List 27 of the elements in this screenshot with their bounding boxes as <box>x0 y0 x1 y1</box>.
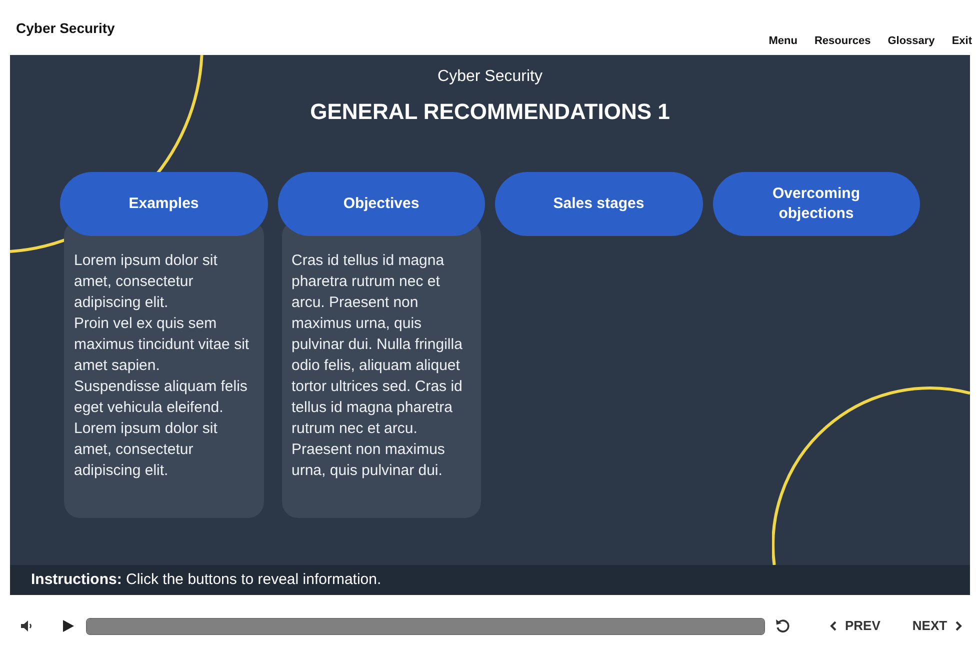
slide-title: GENERAL RECOMMENDATIONS 1 <box>310 98 670 126</box>
volume-button[interactable] <box>20 619 34 633</box>
info-text: Proin vel ex quis sem maximus tincidunt vitae sit amet sapien. <box>74 314 250 376</box>
course-title: Cyber Security <box>16 20 115 36</box>
topic-button[interactable]: Objectives <box>278 172 485 236</box>
nav-link[interactable]: Resources <box>814 35 871 48</box>
info-text: Lorem ipsum dolor sit amet, consectetur adipiscing elit. <box>74 251 218 313</box>
speaker-icon <box>20 619 34 633</box>
nav-link[interactable]: Menu <box>768 35 798 48</box>
play-icon <box>63 620 74 632</box>
topic-button[interactable]: Overcoming objections <box>712 172 920 236</box>
info-text: Cras id tellus id magna pharetra rutrum nec et arcu. Praesent non maximus urna, quis pulvinar dui. Nulla fringilla odio felis, aliquam aliquet tortor ultrices sed. Cras id tellus id magna pharetra rutrum nec et arcu. Praesent non maximus urna, quis pulvinar dui. <box>292 251 464 481</box>
info-text: Lorem ipsum dolor sit amet, consectetur adipiscing elit. <box>74 419 218 481</box>
nav-link[interactable]: Glossary <box>888 35 935 48</box>
chevron-left-icon <box>830 621 837 631</box>
prev-button[interactable]: PREV <box>830 616 880 636</box>
play-button[interactable] <box>63 620 74 632</box>
instructions-text: Instructions: Click the buttons to reveal information. <box>31 570 382 590</box>
next-button[interactable]: NEXT <box>912 616 962 636</box>
replay-button[interactable] <box>775 618 791 634</box>
chevron-right-icon <box>955 621 962 631</box>
nav-link[interactable]: Exit <box>952 35 972 48</box>
topic-button[interactable]: Sales stages <box>495 172 702 236</box>
info-text: Suspendisse aliquam felis eget vehicula eleifend. <box>74 377 248 418</box>
slide-subtitle: Cyber Security <box>438 67 542 87</box>
topic-button[interactable]: Examples <box>60 172 268 236</box>
replay-icon <box>775 618 791 634</box>
